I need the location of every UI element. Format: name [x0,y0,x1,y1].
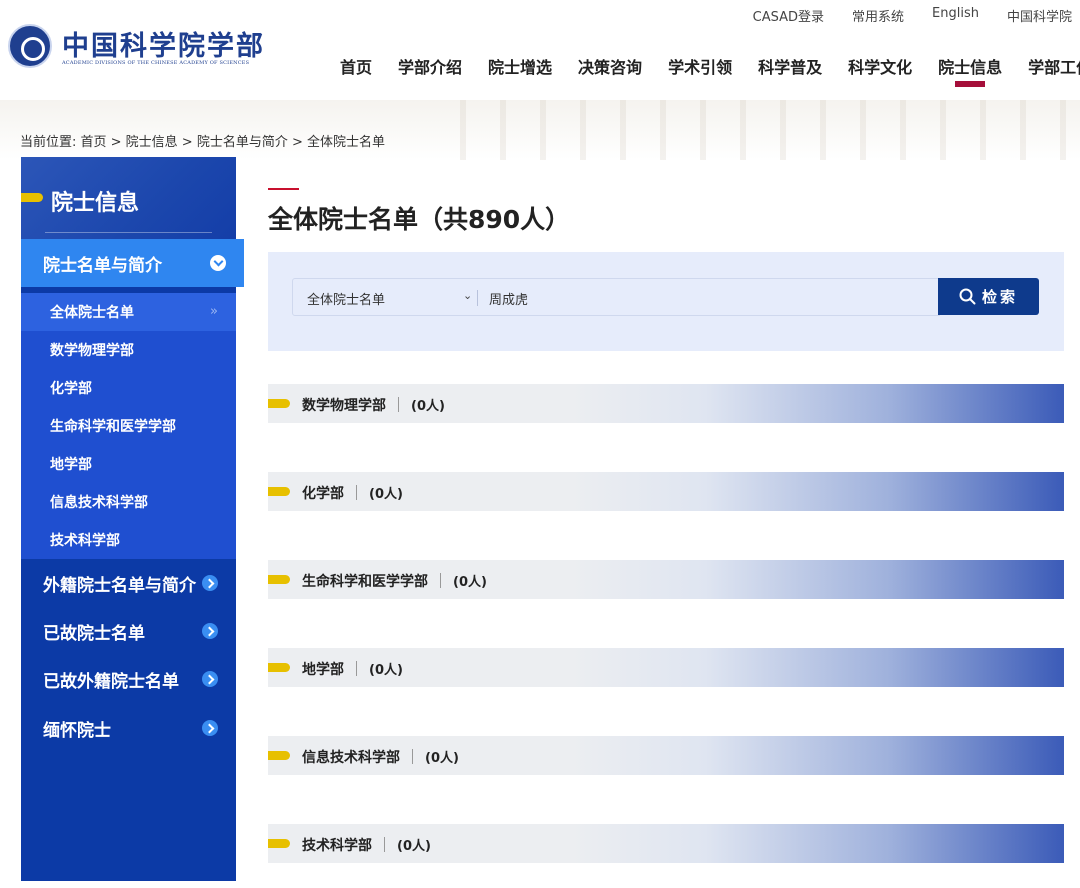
sidebar-sub-chemistry[interactable]: 化学部 [21,369,236,407]
yellow-marker-icon [268,663,290,672]
site-header: 中国科学院学部 ACADEMIC DIVISIONS OF THE CHINES… [0,0,1080,100]
chevron-down-icon[interactable]: ⌄ [463,289,472,302]
department-name: 生命科学和医学学部 [302,574,428,590]
department-count: (0人) [397,839,431,854]
common-systems-link[interactable]: 常用系统 [852,6,904,25]
sidebar-item-label: 缅怀院士 [43,720,111,741]
page-title: 全体院士名单（共890人） [268,205,571,234]
cas-emblem-icon [8,24,52,68]
sidebar-item-foreign-roster[interactable]: 外籍院士名单与简介 [21,559,236,607]
yellow-marker-icon [268,751,290,760]
sidebar-sub-info-tech[interactable]: 信息技术科学部 [21,483,236,521]
chevron-right-icon [202,720,218,736]
search-button-label: 检索 [981,288,1018,306]
chevron-right-icon [202,575,218,591]
department-row-chemistry[interactable]: 化学部 (0人) [268,472,1064,511]
cas-link[interactable]: 中国科学院 [1007,6,1072,25]
yellow-marker-icon [268,575,290,584]
search-box: 全体院士名单 ⌄ [292,278,940,316]
sidebar-item-label: 已故院士名单 [43,623,145,644]
department-name: 地学部 [302,662,344,678]
sidebar-sub-label: 全体院士名单 [50,305,134,321]
double-chevron-right-icon: » [210,304,218,319]
department-name: 化学部 [302,486,344,502]
department-row-tech-sciences[interactable]: 技术科学部 (0人) [268,824,1064,863]
department-row-info-tech[interactable]: 信息技术科学部 (0人) [268,736,1064,775]
sidebar-item-label: 院士名单与简介 [43,255,162,276]
sidebar-sub-earth-sciences[interactable]: 地学部 [21,445,236,483]
yellow-marker-icon [268,487,290,496]
department-count: (0人) [453,575,487,590]
search-input[interactable] [489,287,929,309]
divider [398,397,399,412]
nav-divisions-intro[interactable]: 学部介绍 [398,54,462,78]
sidebar-sub-label: 生命科学和医学学部 [50,419,176,435]
search-button[interactable]: 检索 [938,278,1039,315]
department-count: (0人) [369,663,403,678]
sidebar-sub-all-academicians[interactable]: 全体院士名单 » [21,293,236,331]
english-link[interactable]: English [932,6,979,25]
sidebar-sub-life-medical[interactable]: 生命科学和医学学部 [21,407,236,445]
department-count: (0人) [425,751,459,766]
sidebar-sub-label: 地学部 [50,457,92,473]
title-accent-line [268,188,299,190]
top-utility-bar: CASAD登录 常用系统 English 中国科学院 [753,6,1072,25]
divider [412,749,413,764]
divider [356,485,357,500]
sidebar-sub-label: 数学物理学部 [50,343,134,359]
search-divider [477,290,478,306]
sidebar-sub-label: 化学部 [50,381,92,397]
chevron-down-icon [210,255,226,271]
sidebar-item-label: 已故外籍院士名单 [43,671,179,692]
yellow-marker-icon [268,839,290,848]
breadcrumb[interactable]: 当前位置: 首页 > 院士信息 > 院士名单与简介 > 全体院士名单 [20,131,385,150]
casad-login-link[interactable]: CASAD登录 [753,6,824,25]
department-count: (0人) [369,487,403,502]
search-icon [959,288,976,305]
nav-academician-info[interactable]: 院士信息 [938,54,1002,87]
yellow-marker-icon [268,399,290,408]
sidebar-item-deceased-foreign[interactable]: 已故外籍院士名单 [21,655,236,703]
nav-home[interactable]: 首页 [340,54,372,78]
chevron-right-icon [202,671,218,687]
logo-english-text: ACADEMIC DIVISIONS OF THE CHINESE ACADEM… [62,60,250,66]
main-navigation: 首页 学部介绍 院士增选 决策咨询 学术引领 科学普及 科学文化 院士信息 学部… [340,54,1080,87]
sidebar-header: 院士信息 [21,157,236,239]
nav-academic-leadership[interactable]: 学术引领 [668,54,732,78]
department-count: (0人) [411,399,445,414]
nav-division-work[interactable]: 学部工作 [1028,54,1080,78]
sidebar-sub-math-physics[interactable]: 数学物理学部 [21,331,236,369]
nav-consulting[interactable]: 决策咨询 [578,54,642,78]
divider [440,573,441,588]
divider [356,661,357,676]
sidebar-item-deceased[interactable]: 已故院士名单 [21,607,236,655]
department-row-earth-sciences[interactable]: 地学部 (0人) [268,648,1064,687]
sidebar-item-roster-profiles[interactable]: 院士名单与简介 [21,239,244,287]
site-logo[interactable]: 中国科学院学部 ACADEMIC DIVISIONS OF THE CHINES… [8,24,278,72]
sidebar-item-label: 外籍院士名单与简介 [43,575,196,596]
department-row-life-medical[interactable]: 生命科学和医学学部 (0人) [268,560,1064,599]
department-name: 技术科学部 [302,838,372,854]
yellow-marker-icon [21,193,43,202]
chevron-right-icon [202,623,218,639]
sidebar-divider [45,232,212,233]
nav-science-popularization[interactable]: 科学普及 [758,54,822,78]
sidebar-item-memorial[interactable]: 缅怀院士 [21,704,236,752]
sidebar-sub-label: 技术科学部 [50,533,120,549]
sidebar-title: 院士信息 [51,191,140,216]
department-name: 数学物理学部 [302,398,386,414]
logo-chinese-text: 中国科学院学部 [62,31,265,62]
nav-election[interactable]: 院士增选 [488,54,552,78]
department-row-math-physics[interactable]: 数学物理学部 (0人) [268,384,1064,423]
nav-science-culture[interactable]: 科学文化 [848,54,912,78]
sidebar: 院士信息 院士名单与简介 全体院士名单 » 数学物理学部 化学部 生命科学和医学… [21,157,244,881]
sidebar-sub-label: 信息技术科学部 [50,495,148,511]
department-name: 信息技术科学部 [302,750,400,766]
page-banner [0,100,1080,160]
category-select[interactable]: 全体院士名单 [307,289,385,308]
sidebar-sub-tech-sciences[interactable]: 技术科学部 [21,521,236,559]
divider [384,837,385,852]
